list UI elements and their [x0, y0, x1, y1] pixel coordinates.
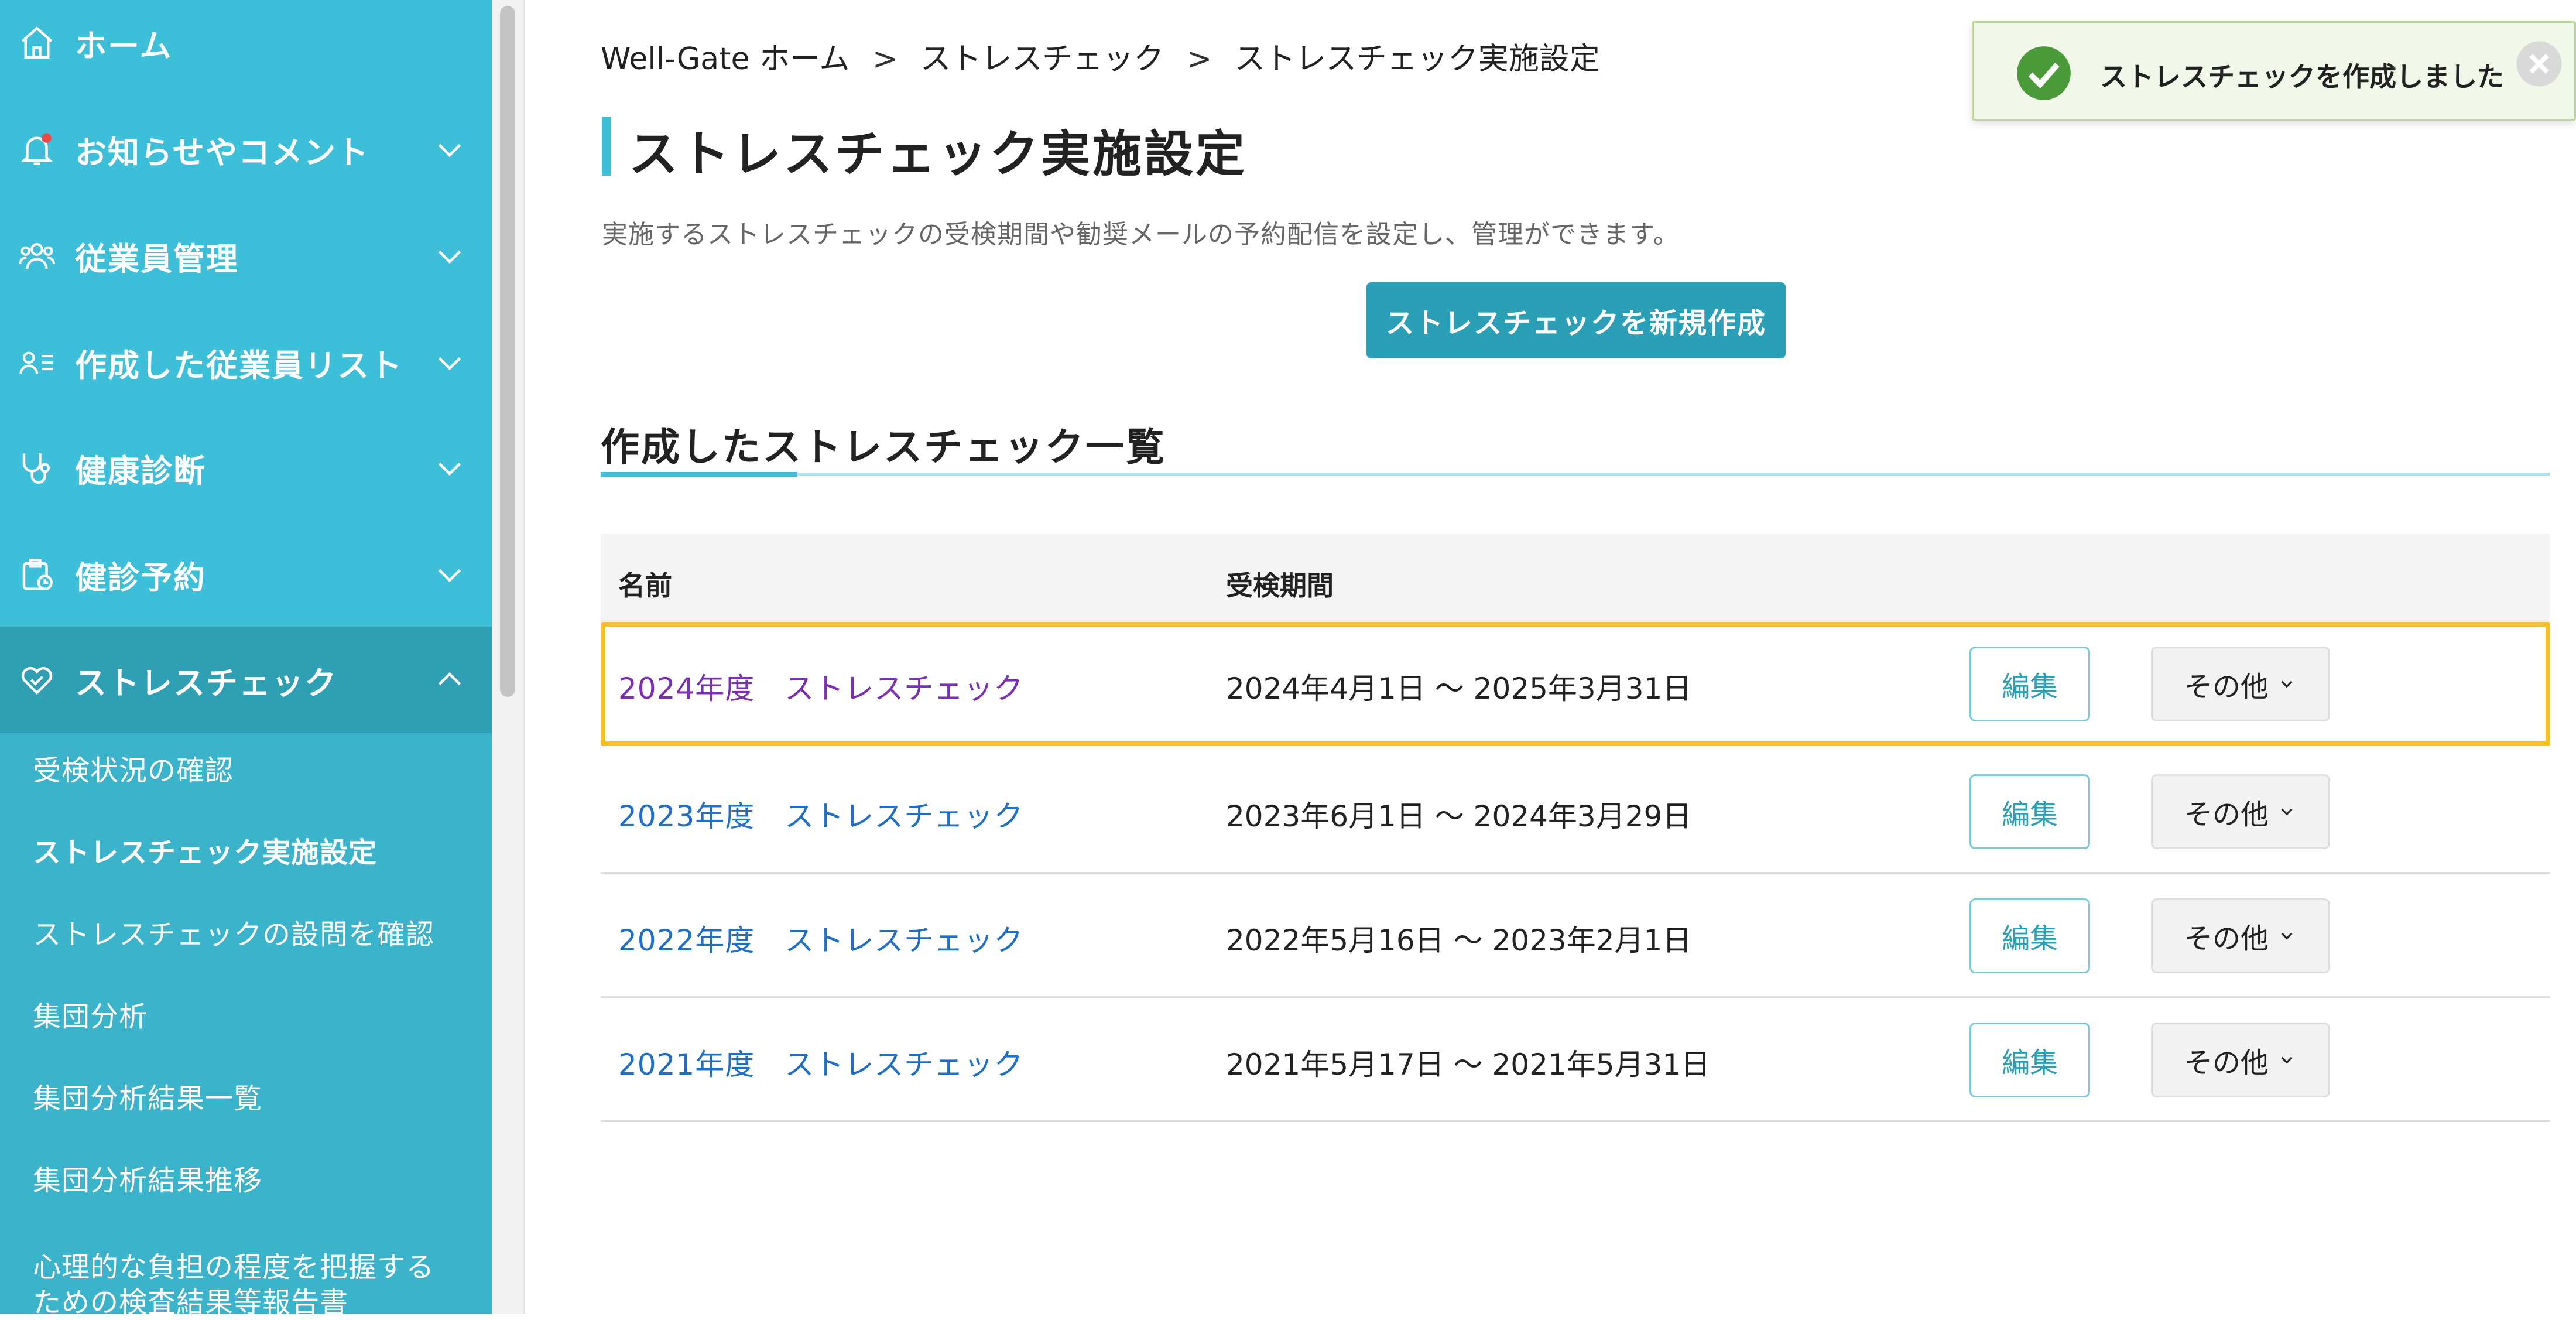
edit-button[interactable]: 編集 [1969, 774, 2090, 849]
home-icon [16, 22, 57, 63]
chevron-down-icon [432, 450, 467, 485]
people-icon [16, 235, 57, 276]
sidebar-item-label: 健診予約 [75, 559, 206, 596]
sidebar-item-notices[interactable]: お知らせやコメント [0, 96, 492, 203]
title-accent-bar [602, 117, 611, 176]
sidebar-item-label: お知らせやコメント [75, 134, 369, 171]
stress-check-link[interactable]: 2024年度 ストレスチェック [618, 665, 1023, 707]
edit-button[interactable]: 編集 [1969, 647, 2090, 721]
chevron-down-icon [432, 132, 467, 167]
column-header-name: 名前 [618, 570, 672, 601]
submenu-item-questions[interactable]: ストレスチェックの設問を確認 [33, 917, 434, 952]
chevron-down-icon [432, 345, 467, 380]
stethoscope-icon [16, 447, 57, 488]
breadcrumb-home[interactable]: Well-Gate ホーム [601, 42, 849, 77]
sidebar-item-employees[interactable]: 従業員管理 [0, 203, 492, 309]
breadcrumb-stress-check[interactable]: ストレスチェック [920, 42, 1164, 77]
section-divider [601, 473, 2550, 476]
submenu-item-group-results[interactable]: 集団分析結果一覧 [33, 1081, 262, 1116]
sidebar-item-employee-lists[interactable]: 作成した従業員リスト [0, 309, 492, 416]
submenu-item-report-line1[interactable]: 心理的な負担の程度を把握する [33, 1250, 434, 1285]
more-label: その他 [2184, 798, 2269, 831]
sidebar-item-health-checkup[interactable]: 健康診断 [0, 415, 492, 521]
sidebar-item-home[interactable]: ホーム [0, 0, 492, 96]
sidebar-scrollbar[interactable] [492, 0, 525, 1314]
stress-check-submenu: 受検状況の確認 ストレスチェック実施設定 ストレスチェックの設問を確認 集団分析… [0, 733, 492, 1319]
more-dropdown-button[interactable]: その他 [2151, 774, 2330, 849]
stress-check-link[interactable]: 2021年度 ストレスチェック [618, 1041, 1023, 1083]
breadcrumb: Well-Gate ホーム > ストレスチェック > ストレスチェック実施設定 [601, 34, 1613, 78]
page-title: ストレスチェック実施設定 [629, 125, 1248, 183]
exam-period: 2021年5月17日 〜 2021年5月31日 [1226, 1048, 1711, 1082]
check-circle-icon [2017, 46, 2071, 100]
chevron-down-icon [2281, 808, 2293, 816]
success-toast: ストレスチェックを作成しました [1972, 21, 2576, 121]
submenu-item-status[interactable]: 受検状況の確認 [33, 753, 234, 788]
chevron-down-icon [2281, 1056, 2293, 1064]
page-description: 実施するストレスチェックの受検期間や勧奨メールの予約配信を設定し、管理ができます… [602, 220, 1680, 249]
more-dropdown-button[interactable]: その他 [2151, 647, 2330, 721]
section-title: 作成したストレスチェック一覧 [601, 425, 1166, 470]
section-divider-accent [601, 472, 797, 477]
sidebar-item-label: 従業員管理 [75, 240, 239, 278]
edit-button[interactable]: 編集 [1969, 898, 2090, 973]
more-label: その他 [2184, 671, 2269, 703]
submenu-item-group-analysis[interactable]: 集団分析 [33, 999, 148, 1034]
bell-icon [16, 129, 57, 170]
table-row: 2024年度 ストレスチェック 2024年4月1日 〜 2025年3月31日 編… [601, 622, 2550, 746]
table-header: 名前 受検期間 [601, 534, 2550, 624]
chevron-down-icon [2281, 680, 2293, 688]
submenu-item-settings[interactable]: ストレスチェック実施設定 [33, 835, 377, 870]
edit-button[interactable]: 編集 [1969, 1023, 2090, 1097]
close-icon[interactable] [2515, 39, 2564, 88]
table-row: 2021年度 ストレスチェック 2021年5月17日 〜 2021年5月31日 … [601, 998, 2550, 1122]
sidebar-item-label: 作成した従業員リスト [75, 347, 403, 384]
sidebar-item-stress-check[interactable]: ストレスチェック [0, 627, 492, 733]
sidebar-item-label: ストレスチェック [75, 664, 337, 702]
sidebar-item-label: 健康診断 [75, 452, 206, 490]
stress-check-link[interactable]: 2022年度 ストレスチェック [618, 917, 1023, 959]
submenu-item-report-line2[interactable]: ための検査結果等報告書 [33, 1285, 348, 1320]
chevron-down-icon [432, 238, 467, 273]
create-stress-check-button[interactable]: ストレスチェックを新規作成 [1366, 282, 1786, 358]
scrollbar-thumb[interactable] [500, 6, 515, 697]
more-label: その他 [2184, 1047, 2269, 1079]
table-row: 2023年度 ストレスチェック 2023年6月1日 〜 2024年3月29日 編… [601, 750, 2550, 874]
breadcrumb-current: ストレスチェック実施設定 [1234, 42, 1600, 77]
breadcrumb-separator: > [1186, 42, 1212, 77]
chevron-up-icon [432, 662, 467, 697]
submenu-item-group-trends[interactable]: 集団分析結果推移 [33, 1163, 262, 1198]
sidebar: ホーム お知らせやコメント 従業員管理 作成した従業員リスト 健康診断 健診予約… [0, 0, 492, 1319]
sidebar-item-checkup-reservation[interactable]: 健診予約 [0, 521, 492, 628]
column-header-period: 受検期間 [1226, 570, 1334, 601]
chevron-down-icon [2281, 932, 2293, 940]
more-dropdown-button[interactable]: その他 [2151, 1023, 2330, 1097]
more-dropdown-button[interactable]: その他 [2151, 898, 2330, 973]
breadcrumb-separator: > [872, 42, 898, 77]
exam-period: 2024年4月1日 〜 2025年3月31日 [1226, 672, 1692, 706]
exam-period: 2023年6月1日 〜 2024年3月29日 [1226, 799, 1692, 833]
heart-icon [16, 659, 57, 700]
chevron-down-icon [432, 557, 467, 592]
clipboard-calendar-icon [16, 554, 57, 595]
stress-check-link[interactable]: 2023年度 ストレスチェック [618, 793, 1023, 835]
toast-message: ストレスチェックを作成しました [2100, 61, 2504, 93]
more-label: その他 [2184, 922, 2269, 955]
user-list-icon [16, 342, 57, 383]
table-row: 2022年度 ストレスチェック 2022年5月16日 〜 2023年2月1日 編… [601, 874, 2550, 998]
exam-period: 2022年5月16日 〜 2023年2月1日 [1226, 924, 1692, 957]
sidebar-item-label: ホーム [75, 27, 173, 64]
